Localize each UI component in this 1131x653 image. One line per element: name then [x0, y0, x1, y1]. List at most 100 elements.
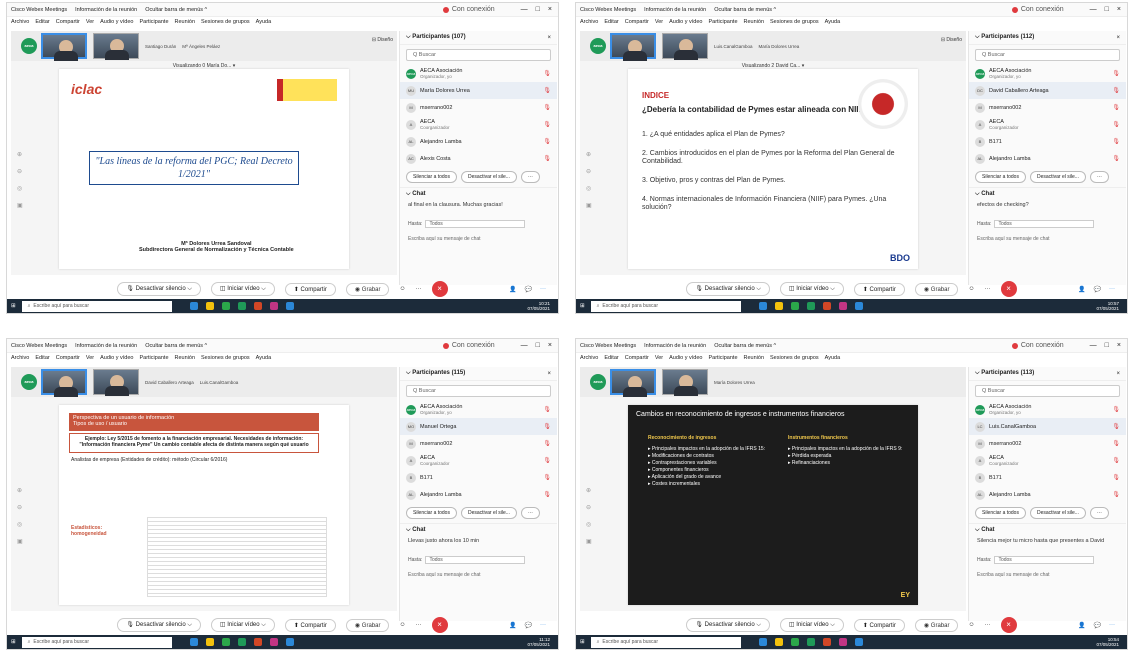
- mic-muted-icon[interactable]: 🎙: [1112, 423, 1120, 430]
- windows-start-icon[interactable]: ⊞: [580, 303, 585, 309]
- connection-status[interactable]: Con conexión: [442, 339, 495, 353]
- menu-item[interactable]: Reunión: [175, 353, 196, 364]
- annotation-tool-icon[interactable]: ⊖: [17, 168, 23, 175]
- participant-row[interactable]: A AECA Coorganizador 🎙: [969, 116, 1126, 133]
- taskbar-app-icon[interactable]: [269, 302, 278, 310]
- taskbar-app-icon[interactable]: [237, 638, 246, 646]
- mute-all-button[interactable]: Silenciar a todos: [406, 507, 457, 519]
- participant-row[interactable]: LC Luis.CanalGamboa 🎙: [969, 418, 1126, 435]
- mic-muted-icon[interactable]: 🎙: [543, 474, 551, 481]
- taskbar-app-icon[interactable]: [285, 302, 294, 310]
- menu-item[interactable]: Compartir: [56, 17, 80, 28]
- participant-row[interactable]: aeca AECA Asociación Organizador, yo 🎙: [400, 401, 557, 418]
- hide-menu-bar[interactable]: Ocultar barra de menús ^: [145, 3, 207, 17]
- video-thumb[interactable]: [662, 369, 708, 396]
- meeting-info-link[interactable]: Información de la reunión: [644, 339, 706, 353]
- participant-row[interactable]: AL Alejandro Lamba 🎙: [400, 486, 557, 503]
- maximize-icon[interactable]: □: [536, 3, 540, 17]
- menu-item[interactable]: Ayuda: [256, 353, 272, 364]
- participant-row[interactable]: AL Alejandro Lamba 🎙: [969, 486, 1126, 503]
- menu-item[interactable]: Audio y vídeo: [100, 17, 133, 28]
- recipient-select[interactable]: Todos: [425, 556, 526, 564]
- menu-item[interactable]: Sesiones de grupos: [201, 353, 250, 364]
- video-button[interactable]: ◫ Iniciar vídeo ⌵: [779, 282, 844, 296]
- mic-muted-icon[interactable]: 🎙: [543, 440, 551, 447]
- menu-item[interactable]: Editar: [35, 353, 49, 364]
- chat-input[interactable]: Escriba aquí su mensaje de chat: [969, 230, 1126, 248]
- menu-item[interactable]: Compartir: [625, 353, 649, 364]
- maximize-icon[interactable]: □: [536, 339, 540, 353]
- taskbar-app-icon[interactable]: [806, 638, 815, 646]
- mic-muted-icon[interactable]: 🎙: [543, 423, 551, 430]
- maximize-icon[interactable]: □: [1105, 339, 1109, 353]
- participants-search[interactable]: Q Buscar: [406, 49, 551, 61]
- menu-item[interactable]: Ayuda: [256, 17, 272, 28]
- share-button[interactable]: ⬆ Compartir: [853, 618, 905, 632]
- mic-muted-icon[interactable]: 🎙: [1112, 155, 1120, 162]
- end-call-button[interactable]: ×: [431, 617, 448, 633]
- chat-icon[interactable]: 💬: [525, 622, 532, 629]
- mic-muted-icon[interactable]: 🎙: [543, 70, 551, 77]
- participant-row[interactable]: B B171 🎙: [969, 133, 1126, 150]
- mic-muted-icon[interactable]: 🎙: [1112, 457, 1120, 464]
- menu-item[interactable]: Reunión: [175, 17, 196, 28]
- more-icon[interactable]: ···: [985, 622, 991, 628]
- menu-item[interactable]: Audio y vídeo: [669, 353, 702, 364]
- video-thumb-selected[interactable]: [41, 33, 87, 61]
- participant-row[interactable]: Mmserrano002 🎙: [400, 435, 557, 452]
- taskbar-app-icon[interactable]: [221, 638, 230, 646]
- participants-icon[interactable]: 👤: [1078, 622, 1085, 629]
- menu-item[interactable]: Editar: [604, 17, 618, 28]
- menu-item[interactable]: Audio y vídeo: [669, 17, 702, 28]
- participant-row[interactable]: B B171 🎙: [969, 469, 1126, 486]
- participant-row[interactable]: AL Alejandro Lamba 🎙: [969, 150, 1126, 167]
- taskbar-app-icon[interactable]: [253, 302, 262, 310]
- recipient-select[interactable]: Todos: [425, 220, 526, 228]
- meeting-info-link[interactable]: Información de la reunión: [644, 3, 706, 17]
- taskbar-app-icon[interactable]: [253, 638, 262, 646]
- menu-item[interactable]: Editar: [604, 353, 618, 364]
- annotation-tool-icon[interactable]: ⊖: [586, 504, 592, 511]
- menu-item[interactable]: Archivo: [580, 353, 598, 364]
- menu-item[interactable]: Compartir: [625, 17, 649, 28]
- mic-muted-icon[interactable]: 🎙: [1112, 491, 1120, 498]
- mic-muted-icon[interactable]: 🎙: [543, 121, 551, 128]
- menu-item[interactable]: Ver: [655, 17, 663, 28]
- taskbar-app-icon[interactable]: [237, 302, 246, 310]
- menu-item[interactable]: Ayuda: [825, 17, 841, 28]
- annotation-tool-icon[interactable]: ◎: [586, 521, 592, 528]
- chat-icon[interactable]: 💬: [1094, 622, 1101, 629]
- more-options-button[interactable]: ···: [520, 507, 540, 519]
- annotation-tool-icon[interactable]: ▣: [586, 202, 592, 209]
- menu-item[interactable]: Participante: [708, 17, 737, 28]
- video-thumb-selected[interactable]: [610, 33, 656, 61]
- mic-muted-icon[interactable]: 🎙: [543, 104, 551, 111]
- recipient-select[interactable]: Todos: [994, 220, 1095, 228]
- taskbar-app-icon[interactable]: [838, 638, 847, 646]
- participant-row[interactable]: AC Alexis Costa 🎙: [400, 150, 557, 167]
- mute-button[interactable]: 🎙 Desactivar silencio ⌵: [117, 618, 201, 632]
- participants-icon[interactable]: 👤: [509, 622, 516, 629]
- chat-input[interactable]: Escriba aquí su mensaje de chat: [400, 566, 557, 584]
- participants-search[interactable]: Q Buscar: [975, 49, 1120, 61]
- participant-row[interactable]: Mmserrano002 🎙: [969, 99, 1126, 116]
- taskbar-app-icon[interactable]: [854, 638, 863, 646]
- participant-row[interactable]: MO Manuel Ortega 🎙: [400, 418, 557, 435]
- hide-menu-bar[interactable]: Ocultar barra de menús ^: [145, 339, 207, 353]
- more-icon[interactable]: ···: [416, 286, 422, 292]
- reactions-icon[interactable]: ☺: [968, 622, 974, 628]
- more-icon[interactable]: ···: [416, 622, 422, 628]
- menu-item[interactable]: Compartir: [56, 353, 80, 364]
- menu-item[interactable]: Reunión: [744, 17, 765, 28]
- end-call-button[interactable]: ×: [431, 281, 448, 297]
- taskbar-app-icon[interactable]: [838, 302, 847, 310]
- mic-muted-icon[interactable]: 🎙: [1112, 87, 1120, 94]
- taskbar-app-icon[interactable]: [758, 638, 767, 646]
- recipient-select[interactable]: Todos: [994, 556, 1095, 564]
- windows-start-icon[interactable]: ⊞: [11, 303, 16, 309]
- participants-search[interactable]: Q Buscar: [406, 385, 551, 397]
- participant-row[interactable]: Mmserrano002 🎙: [969, 435, 1126, 452]
- participant-row[interactable]: Mmserrano002 🎙: [400, 99, 557, 116]
- mic-muted-icon[interactable]: 🎙: [1112, 440, 1120, 447]
- participant-row[interactable]: A AECA Coorganizador 🎙: [400, 452, 557, 469]
